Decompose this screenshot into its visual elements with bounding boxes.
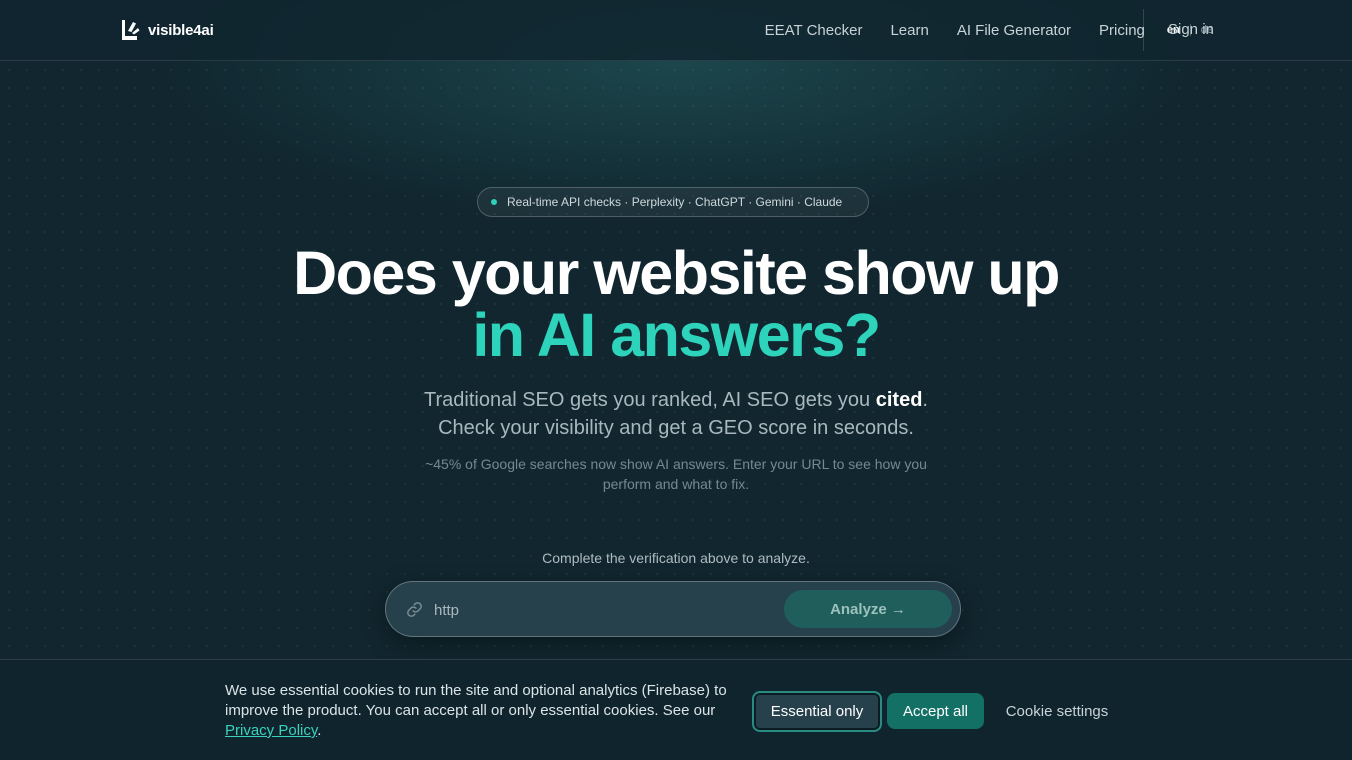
nav-ai-file-generator[interactable]: AI File Generator [957,22,1071,39]
hero-note: ~45% of Google searches now show AI answ… [425,456,927,492]
subtitle-line2: Check your visibility and get a GEO scor… [438,417,914,439]
sign-in-link[interactable]: Sign in [1168,21,1214,38]
url-input[interactable] [434,596,764,624]
subtitle-part1: Traditional SEO gets you ranked, AI SEO … [424,389,876,411]
cookie-settings-button[interactable]: Cookie settings [1000,693,1114,729]
logo-mark-icon [122,20,140,40]
link-icon [407,602,422,617]
cookie-message: We use essential cookies to run the site… [225,681,735,741]
nav-divider [1143,9,1144,51]
headline-line2: in AI answers? [472,301,881,369]
nav-pricing[interactable]: Pricing [1099,22,1145,39]
cookie-message-text: We use essential cookies to run the site… [225,682,727,719]
essential-only-button[interactable]: Essential only [752,691,882,732]
verification-message: Complete the verification above to analy… [542,550,810,566]
brand-logo[interactable]: visible4ai [120,19,214,41]
hero-subtitle: Traditional SEO gets you ranked, AI SEO … [0,386,1352,442]
privacy-policy-link[interactable]: Privacy Policy [225,722,317,739]
accept-all-button[interactable]: Accept all [887,693,984,729]
headline-line1: Does your website show up [293,239,1060,307]
analyze-button[interactable]: Analyze → [784,590,952,628]
api-checks-badge: Real-time API checks · Perplexity · Chat… [477,187,869,217]
url-analyze-form: Analyze → [385,581,961,637]
badge-text: Real-time API checks · Perplexity · Chat… [507,195,843,209]
nav-learn[interactable]: Learn [890,22,928,39]
nav-eeat-checker[interactable]: EEAT Checker [765,22,863,39]
hero-headline: Does your website show up in AI answers? [0,242,1352,366]
subtitle-bold: cited [875,389,923,411]
main-nav: EEAT Checker Learn AI File Generator Pri… [765,0,1213,60]
site-header: visible4ai EEAT Checker Learn AI File Ge… [0,0,1352,61]
cookie-banner: We use essential cookies to run the site… [0,659,1352,760]
subtitle-part2: . [922,389,928,411]
cookie-message-end: . [317,722,322,739]
brand-name: visible4ai [148,21,214,39]
status-dot-icon [491,199,497,205]
